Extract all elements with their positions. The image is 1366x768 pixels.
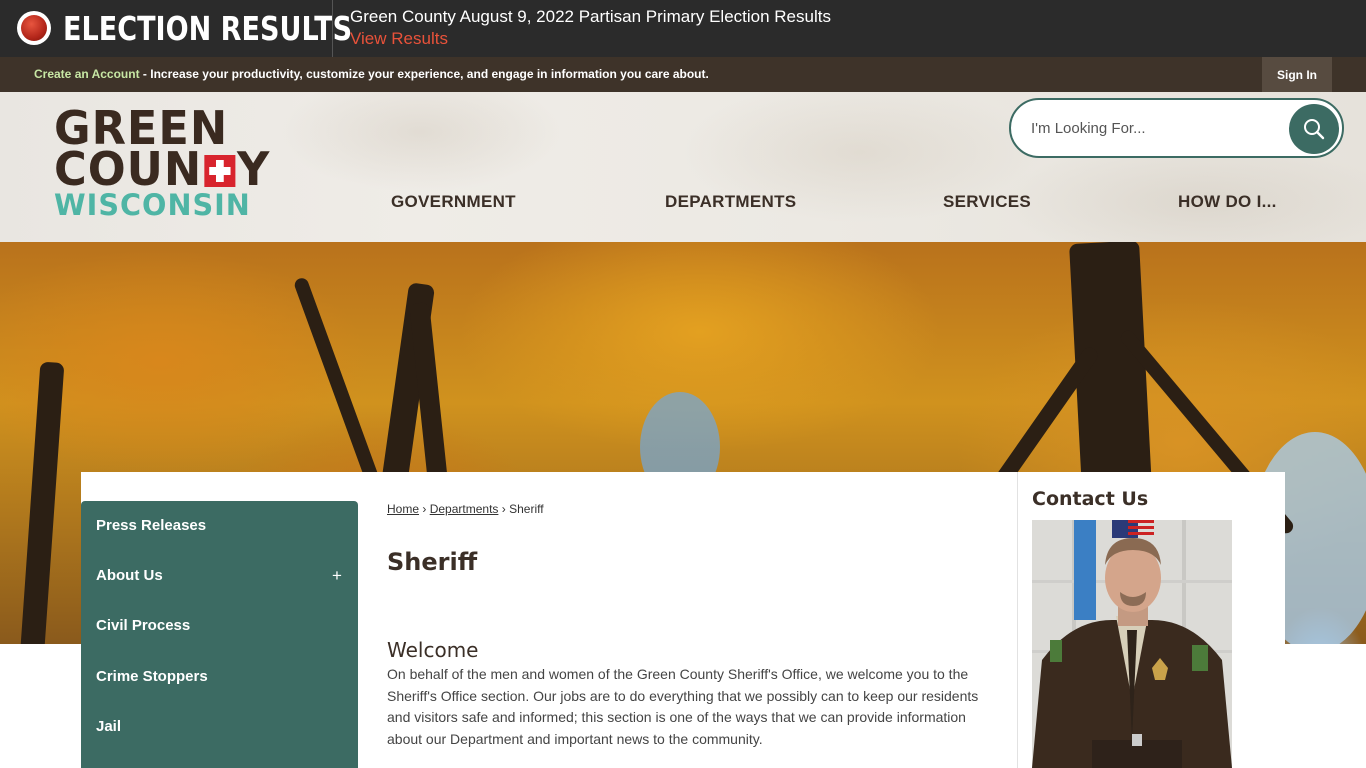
column-divider [1017,472,1018,768]
view-results-link[interactable]: View Results [350,29,448,49]
election-alert-bar: ELECTION RESULTS Green County August 9, … [0,0,1366,57]
alert-divider [332,0,333,57]
logo-line-county: COUN Y [54,146,271,192]
alert-headline: Green County August 9, 2022 Partisan Pri… [350,7,831,26]
sidebar-item-crime-stoppers[interactable]: Crime Stoppers [96,668,208,685]
nav-government[interactable]: GOVERNMENT [391,192,516,212]
sidebar-item-about-us[interactable]: About Us [96,567,163,584]
nav-services[interactable]: SERVICES [943,192,1031,212]
welcome-paragraph: On behalf of the men and women of the Gr… [387,666,979,747]
sheriff-photo [1032,520,1232,768]
sidebar-nav [81,501,358,768]
search-box [1009,98,1344,158]
search-button[interactable] [1289,104,1339,154]
page-title: Sheriff [387,548,478,576]
expand-plus-icon[interactable]: + [332,566,342,586]
create-account-link[interactable]: Create an Account [34,67,140,81]
breadcrumb-home[interactable]: Home [387,502,419,516]
alert-record-icon [17,11,51,45]
swiss-cross-icon [204,155,236,187]
sidebar-item-press-releases[interactable]: Press Releases [96,517,206,534]
search-icon [1304,119,1325,140]
account-message: Create an Account - Increase your produc… [34,67,709,81]
welcome-heading: Welcome [387,638,479,662]
breadcrumb: Home › Departments › Sheriff [387,502,544,516]
tree-trunk [19,361,65,644]
tree-branch [292,276,382,488]
nav-departments[interactable]: DEPARTMENTS [665,192,796,212]
breadcrumb-separator: › [501,502,506,516]
sheriff-portrait-image [1032,520,1232,768]
breadcrumb-departments[interactable]: Departments [430,502,499,516]
breadcrumb-current: Sheriff [509,502,544,516]
nav-how-do-i[interactable]: HOW DO I... [1178,192,1277,212]
alert-title: ELECTION RESULTS [63,9,353,48]
sidebar-item-jail[interactable]: Jail [96,718,121,735]
search-input[interactable] [1031,115,1271,141]
green-county-logo[interactable]: GREEN COUN Y WISCONSIN [54,105,278,222]
account-bar: Create an Account - Increase your produc… [0,57,1366,92]
sign-in-button[interactable]: Sign In [1262,57,1332,92]
account-message-text: - Increase your productivity, customize … [139,67,709,81]
breadcrumb-separator: › [422,502,427,516]
contact-us-heading: Contact Us [1032,488,1149,510]
logo-line-wisconsin: WISCONSIN [54,188,251,222]
sidebar-item-civil-process[interactable]: Civil Process [96,617,190,634]
